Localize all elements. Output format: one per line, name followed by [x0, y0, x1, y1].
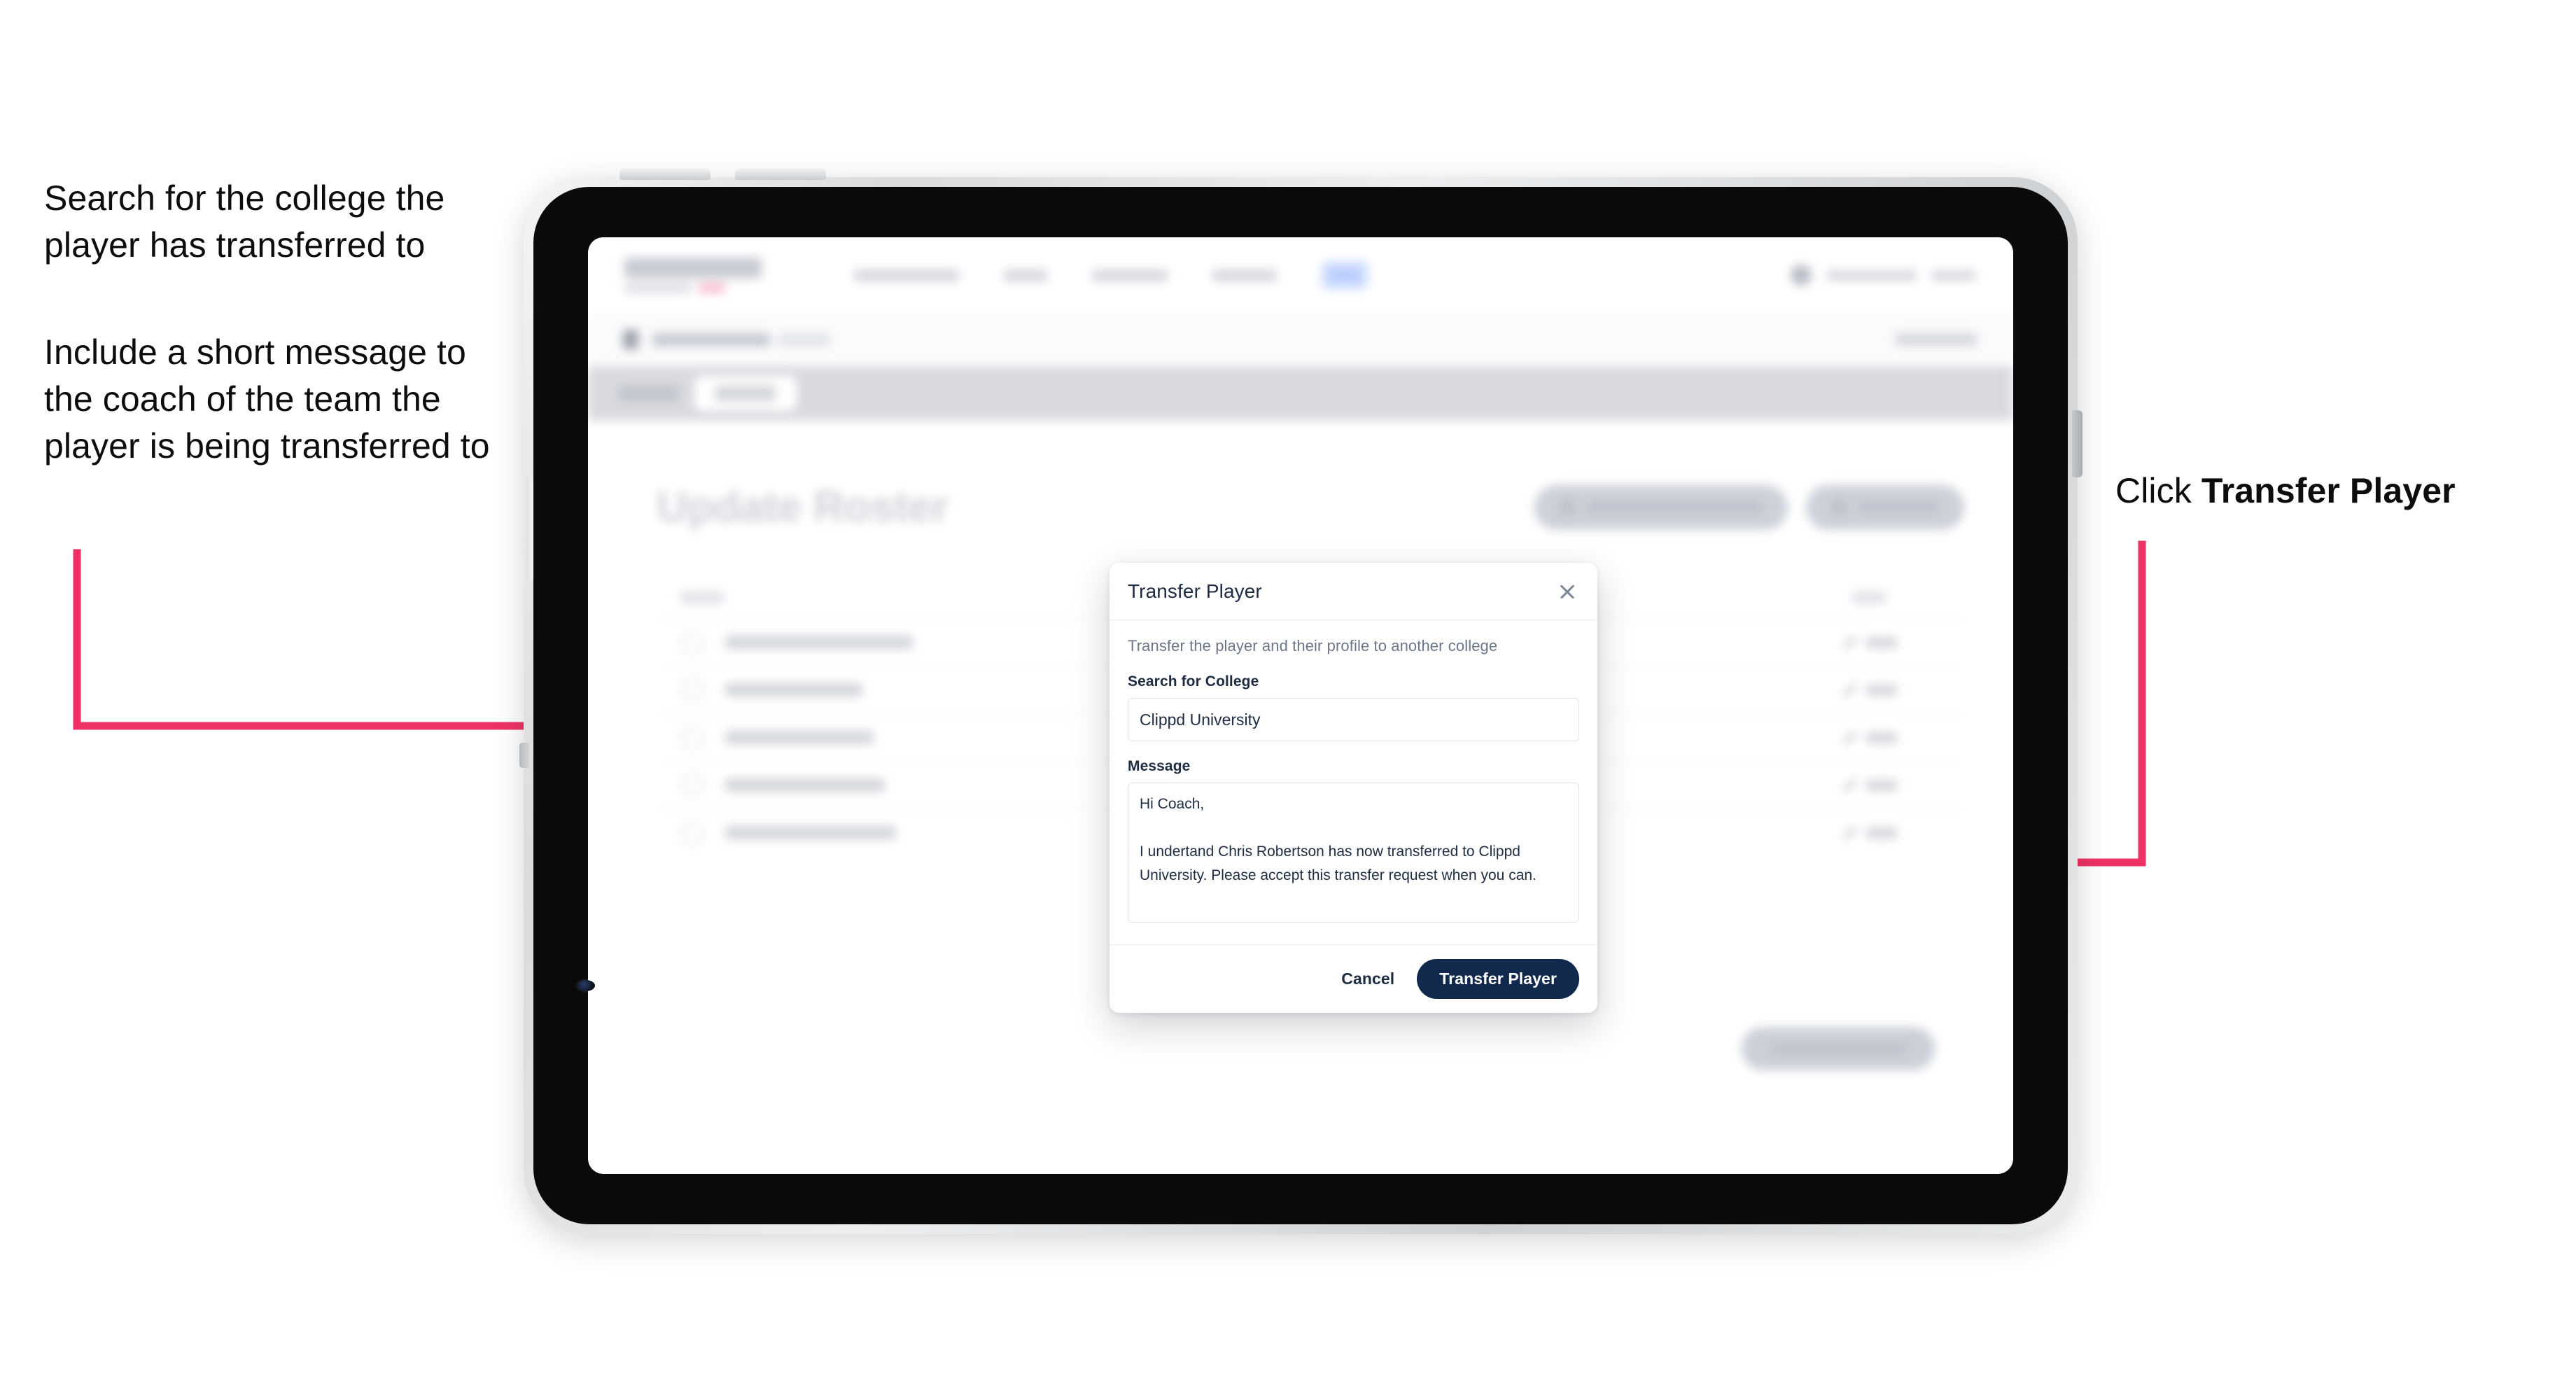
search-college-label: Search for College	[1128, 673, 1259, 690]
row-player-name	[725, 636, 913, 649]
page-title: Update Roster	[657, 483, 949, 531]
avatar[interactable]	[1791, 265, 1812, 286]
top-right-actions	[1791, 265, 1975, 286]
row-edit-button[interactable]	[1843, 682, 1897, 697]
request-player-transfer-button[interactable]	[1534, 484, 1788, 530]
tab-roster[interactable]	[694, 376, 797, 411]
front-camera-icon	[577, 980, 595, 991]
brand-wordmark	[624, 258, 762, 279]
volume-down-button[interactable]	[735, 169, 826, 180]
brand-tagline	[624, 284, 762, 293]
device-screen: Update Roster Transfer Player Transfer t…	[588, 237, 2013, 1174]
event-icon	[623, 330, 638, 349]
page-header-actions	[1534, 484, 1964, 530]
row-checkbox[interactable]	[680, 725, 704, 750]
row-edit-button[interactable]	[1843, 730, 1897, 745]
row-edit-button[interactable]	[1843, 778, 1897, 792]
app-tabbar	[588, 366, 2013, 421]
nav-item-teams[interactable]	[1004, 269, 1047, 281]
nav-item-schedules[interactable]	[1092, 269, 1168, 281]
row-edit-button[interactable]	[1843, 825, 1897, 840]
row-player-name	[725, 731, 874, 744]
row-checkbox[interactable]	[680, 630, 704, 654]
modal-title: Transfer Player	[1128, 580, 1262, 602]
transfer-icon	[1560, 499, 1575, 515]
subbar-cancel-button[interactable]	[1896, 333, 1977, 346]
device-bezel: Update Roster Transfer Player Transfer t…	[533, 187, 2068, 1224]
nav-item-tournaments[interactable]	[854, 269, 959, 281]
row-checkbox[interactable]	[680, 773, 704, 797]
top-navigation	[854, 261, 1368, 289]
row-checkbox[interactable]	[680, 820, 704, 845]
pencil-icon	[1843, 825, 1857, 840]
row-player-name	[725, 778, 885, 792]
message-textarea[interactable]: Hi Coach, I undertand Chris Robertson ha…	[1128, 783, 1579, 923]
transfer-player-modal: Transfer Player Transfer the player and …	[1110, 563, 1597, 1013]
nav-item-analytics[interactable]	[1212, 269, 1277, 281]
save-roster-changes-button[interactable]	[1742, 1027, 1935, 1070]
search-college-input[interactable]	[1128, 698, 1579, 741]
cancel-button[interactable]: Cancel	[1337, 969, 1399, 989]
annotation-click-bold: Transfer Player	[2201, 471, 2456, 510]
pencil-icon	[1843, 778, 1857, 792]
user-email	[1827, 270, 1917, 281]
smart-connector	[526, 476, 533, 581]
close-icon[interactable]	[1555, 580, 1579, 603]
annotation-click-transfer-player: Click Transfer Player	[2115, 468, 2535, 514]
subbar-year	[778, 332, 830, 346]
row-checkbox[interactable]	[680, 678, 704, 702]
modal-body: Transfer the player and their profile to…	[1110, 620, 1597, 944]
pencil-icon	[1843, 682, 1857, 697]
column-header-edit	[1852, 591, 1886, 603]
nav-item-roster[interactable]	[1322, 261, 1368, 289]
screenshot-root: Search for the college the player has tr…	[0, 0, 2576, 1386]
power-button[interactable]	[2072, 410, 2082, 477]
annotation-include-message: Include a short message to the coach of …	[44, 332, 490, 465]
add-player-button[interactable]	[1806, 484, 1964, 530]
modal-header: Transfer Player	[1110, 563, 1597, 620]
pencil-icon	[1843, 730, 1857, 745]
app-subbar	[588, 313, 2013, 367]
message-label: Message	[1128, 758, 1191, 774]
column-header-name	[680, 591, 724, 603]
row-player-name	[725, 683, 862, 696]
plus-icon	[1831, 499, 1847, 515]
app-topbar	[588, 237, 2013, 314]
modal-description: Transfer the player and their profile to…	[1128, 637, 1498, 654]
side-notch	[519, 743, 529, 768]
row-player-name	[725, 826, 896, 839]
annotation-click-prefix: Click	[2115, 471, 2202, 510]
pencil-icon	[1843, 635, 1857, 650]
volume-up-button[interactable]	[620, 169, 710, 180]
tab-details[interactable]	[619, 386, 679, 401]
sign-out-button[interactable]	[1932, 270, 1975, 281]
page-header: Update Roster	[657, 482, 1964, 532]
subbar-title	[652, 332, 770, 346]
brand-logo[interactable]	[624, 258, 762, 293]
tablet-device: Update Roster Transfer Player Transfer t…	[524, 177, 2078, 1234]
annotation-search-college: Search for the college the player has tr…	[44, 178, 445, 265]
transfer-player-button[interactable]: Transfer Player	[1417, 959, 1579, 999]
modal-footer: Cancel Transfer Player	[1110, 944, 1597, 1013]
row-edit-button[interactable]	[1843, 635, 1897, 650]
